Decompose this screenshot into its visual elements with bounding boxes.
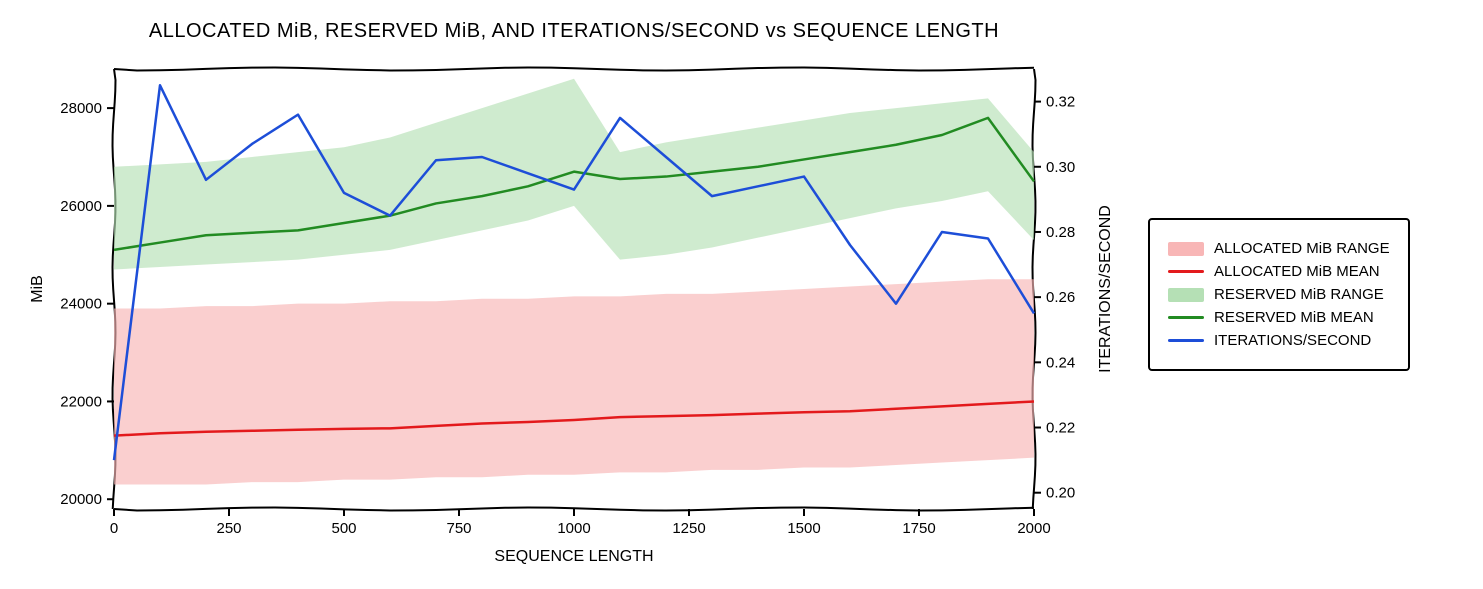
legend-label-text: RESERVED MiB RANGE — [1214, 286, 1384, 303]
y-right-tick: 0.24 — [1046, 354, 1075, 371]
y-right-tick: 0.26 — [1046, 289, 1075, 306]
legend-swatch — [1168, 288, 1204, 302]
y-left-tick: 22000 — [60, 393, 102, 410]
legend-label-text: ALLOCATED MiB RANGE — [1214, 240, 1390, 257]
x-axis-label: SEQUENCE LENGTH — [494, 548, 653, 565]
legend-swatch — [1168, 270, 1204, 273]
y-left-tick: 26000 — [60, 198, 102, 215]
y-right-tick: 0.30 — [1046, 159, 1075, 176]
band — [114, 79, 1034, 270]
x-tick: 1250 — [672, 520, 705, 537]
legend-item: ALLOCATED MiB MEAN — [1168, 263, 1390, 280]
y-right-tick: 0.20 — [1046, 485, 1075, 502]
legend: ALLOCATED MiB RANGE ALLOCATED MiB MEAN RES… — [1148, 218, 1410, 371]
y-right-tick: 0.28 — [1046, 224, 1075, 241]
legend-item: ITERATIONS/SECOND — [1168, 332, 1390, 349]
x-tick: 2000 — [1017, 520, 1050, 537]
y-left-tick: 28000 — [60, 100, 102, 117]
legend-item: RESERVED MiB RANGE — [1168, 286, 1390, 303]
legend-item: RESERVED MiB MEAN — [1168, 309, 1390, 326]
y-right-tick: 0.22 — [1046, 420, 1075, 437]
x-tick: 250 — [216, 520, 241, 537]
x-tick: 750 — [446, 520, 471, 537]
axis-spine — [114, 68, 1034, 71]
y-left-tick: 24000 — [60, 296, 102, 313]
y-right-axis-label: ITERATIONS/SECOND — [1097, 205, 1114, 373]
y-left-tick: 20000 — [60, 491, 102, 508]
x-tick: 500 — [331, 520, 356, 537]
x-tick: 1750 — [902, 520, 935, 537]
legend-label-text: RESERVED MiB MEAN — [1214, 309, 1374, 326]
chart-title: ALLOCATED MiB, RESERVED MiB, AND ITERATI… — [24, 20, 1124, 43]
legend-item: ALLOCATED MiB RANGE — [1168, 240, 1390, 257]
chart-area: 20000220002400026000280000.200.220.240.2… — [24, 49, 1124, 569]
x-tick: 1000 — [557, 520, 590, 537]
y-right-tick: 0.32 — [1046, 94, 1075, 111]
legend-swatch — [1168, 316, 1204, 319]
legend-label-text: ITERATIONS/SECOND — [1214, 332, 1371, 349]
legend-swatch — [1168, 339, 1204, 342]
legend-swatch — [1168, 242, 1204, 256]
x-tick: 0 — [110, 520, 118, 537]
y-left-axis-label: MiB — [29, 275, 46, 303]
legend-label-text: ALLOCATED MiB MEAN — [1214, 263, 1380, 280]
band — [114, 279, 1034, 484]
x-tick: 1500 — [787, 520, 820, 537]
